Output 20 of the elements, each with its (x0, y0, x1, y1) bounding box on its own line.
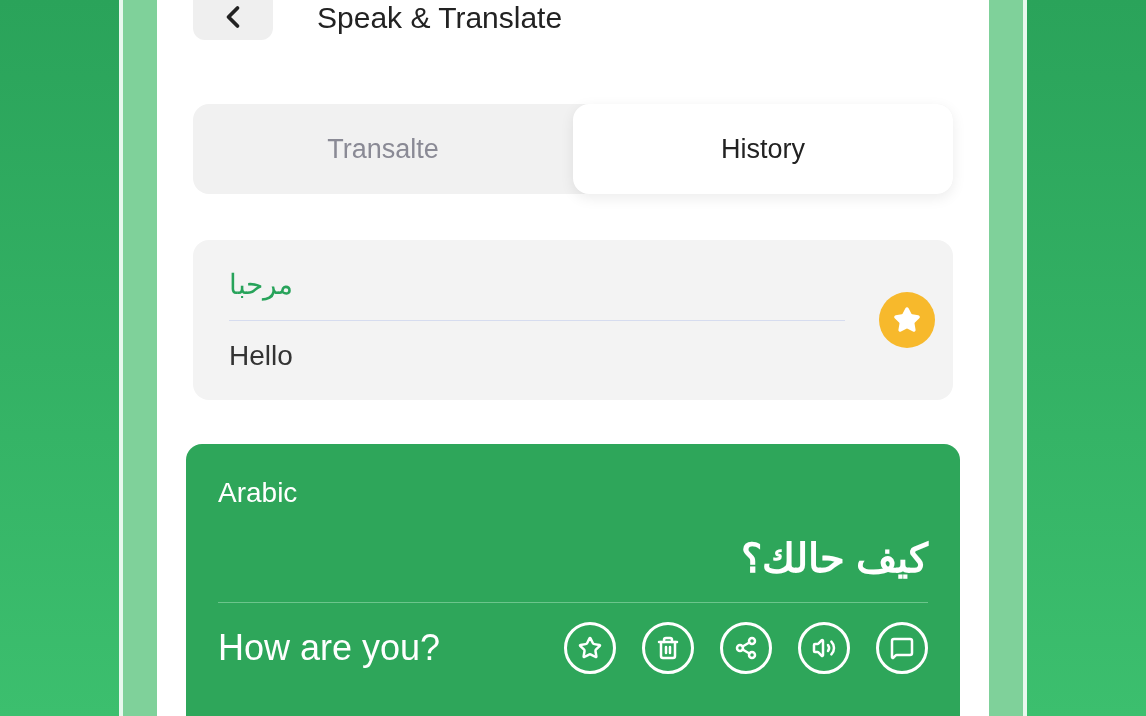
translation-text: Hello (229, 338, 294, 373)
chat-bubble-button[interactable] (876, 622, 928, 674)
source-text: كيف حالك؟ (740, 535, 928, 582)
delete-button[interactable] (642, 622, 694, 674)
speaker-icon (812, 636, 836, 660)
language-label: Arabic (218, 476, 299, 510)
delete-icon (656, 636, 680, 660)
tab[interactable]: History (573, 104, 953, 194)
back-button[interactable] (193, 0, 273, 40)
speaker-button[interactable] (798, 622, 850, 674)
chat-bubble-icon (890, 636, 914, 660)
star-icon (893, 306, 921, 334)
favorite-icon (578, 636, 602, 660)
share-icon (734, 636, 758, 660)
share-button[interactable] (720, 622, 772, 674)
translation-text: How are you? (218, 626, 441, 670)
app-title: Speak & Translate (317, 0, 563, 36)
source-text: مرحبا (229, 267, 293, 303)
favorite-button[interactable] (879, 292, 935, 348)
favorite-button[interactable] (564, 622, 616, 674)
